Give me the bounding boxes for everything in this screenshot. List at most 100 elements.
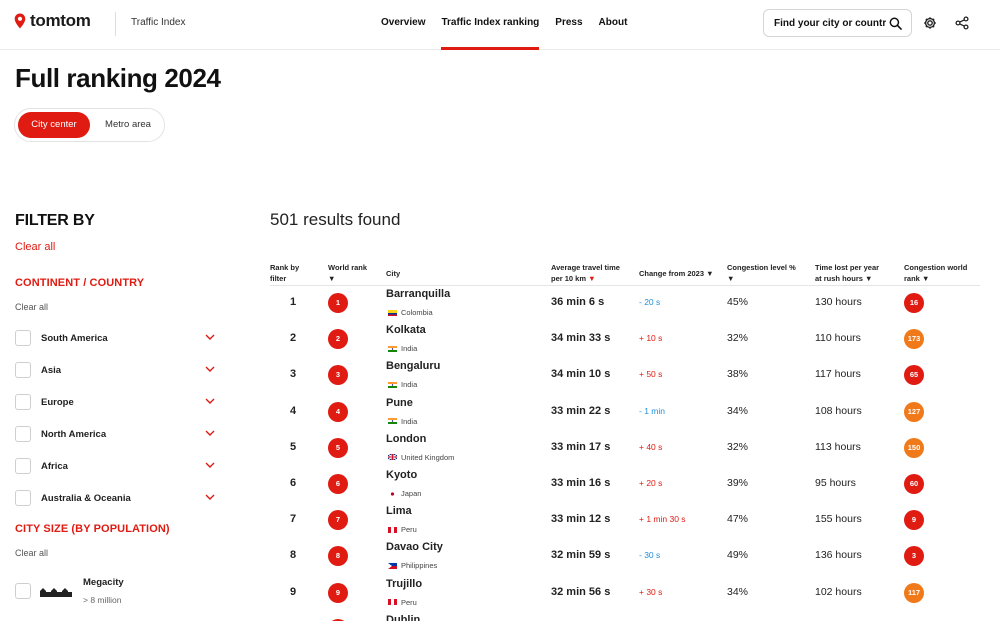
- clear-city-size-link[interactable]: Clear all: [15, 548, 48, 558]
- congestion-level: 38%: [727, 368, 749, 381]
- filter-label: Australia & Oceania: [41, 493, 131, 504]
- page-title: Full ranking 2024: [15, 63, 221, 93]
- flag-in-icon: [388, 381, 397, 388]
- sort-arrow-icon[interactable]: ▼: [588, 274, 595, 283]
- megacity-checkbox[interactable]: [15, 583, 31, 599]
- table-row[interactable]: 3 3 Bengaluru India 34 min 10 s + 50 s 38% 117 …: [270, 357, 980, 393]
- sort-arrow-icon[interactable]: ▼: [328, 273, 367, 284]
- travel-time: 33 min 17 s: [551, 440, 611, 453]
- congestion-world-rank-badge: 127: [904, 401, 924, 422]
- filter-asia[interactable]: Asia: [15, 362, 215, 379]
- checkbox[interactable]: [15, 426, 31, 442]
- country-name: India: [401, 416, 418, 426]
- time-lost: 155 hours: [815, 513, 862, 526]
- chevron-down-icon[interactable]: [205, 365, 215, 373]
- city-name[interactable]: Lima: [386, 505, 412, 517]
- table-row[interactable]: 4 4 Pune India 33 min 22 s - 1 min 34% 108 hour…: [270, 394, 980, 430]
- country-name: Japan: [401, 489, 422, 498]
- header-text: Change from 2023: [639, 269, 705, 278]
- header-change[interactable]: Change from 2023 ▼: [639, 268, 714, 279]
- product-name[interactable]: Traffic Index: [131, 17, 185, 28]
- chevron-down-icon[interactable]: [205, 429, 215, 437]
- city-name[interactable]: London: [386, 433, 426, 445]
- sort-arrow-icon[interactable]: ▼: [706, 269, 713, 278]
- sort-arrow-icon[interactable]: ▼: [865, 274, 872, 283]
- world-rank-badge: 6: [328, 474, 348, 494]
- checkbox[interactable]: [15, 362, 31, 378]
- tomtom-logo[interactable]: tomtom: [14, 11, 91, 31]
- congestion-level: 47%: [727, 513, 749, 526]
- header-congestion-world-rank[interactable]: Congestion world rank ▼: [904, 262, 967, 284]
- chevron-down-icon[interactable]: [205, 461, 215, 469]
- header-time-lost[interactable]: Time lost per year at rush hours ▼: [815, 262, 879, 284]
- main-nav: Overview Traffic Index ranking Press Abo…: [381, 0, 643, 50]
- nav-traffic-index-ranking[interactable]: Traffic Index ranking: [441, 0, 539, 50]
- header-text: at rush hours: [815, 274, 863, 283]
- search-box[interactable]: [763, 9, 912, 37]
- search-icon[interactable]: [889, 17, 902, 30]
- header-text: rank: [904, 274, 920, 283]
- header-congestion-level[interactable]: Congestion level % ▼: [727, 262, 796, 284]
- time-lost: 136 hours: [815, 549, 862, 562]
- table-row[interactable]: 6 6 Kyoto Japan 33 min 16 s + 20 s 39% 95 hours…: [270, 466, 980, 502]
- city-name[interactable]: Barranquilla: [386, 288, 450, 300]
- top-header: tomtom Traffic Index Overview Traffic In…: [0, 0, 1000, 50]
- country: Philippines: [388, 561, 437, 570]
- header-travel-time[interactable]: Average travel time per 10 km ▼: [551, 262, 620, 284]
- filter-australia-oceania[interactable]: Australia & Oceania: [15, 490, 215, 507]
- share-icon[interactable]: [955, 16, 969, 30]
- city-name[interactable]: Davao City: [386, 541, 443, 553]
- logo-text: tomtom: [30, 11, 91, 30]
- header-rank-by-filter[interactable]: Rank by filter: [270, 262, 299, 284]
- city-name[interactable]: Pune: [386, 397, 413, 409]
- city-name[interactable]: Bengaluru: [386, 360, 440, 372]
- filter-north-america[interactable]: North America: [15, 426, 215, 443]
- congestion-world-rank-badge: 16: [904, 293, 924, 313]
- time-lost: 117 hours: [815, 368, 861, 381]
- checkbox[interactable]: [15, 330, 31, 346]
- search-input[interactable]: [774, 18, 886, 29]
- table-row[interactable]: 1 1 Barranquilla Colombia 36 min 6 s - 20 s 45…: [270, 285, 980, 321]
- header-text: Congestion world: [904, 263, 968, 272]
- chevron-down-icon[interactable]: [205, 397, 215, 405]
- filter-africa[interactable]: Africa: [15, 458, 215, 475]
- table-row[interactable]: 1010Dublin: [270, 611, 980, 621]
- checkbox[interactable]: [15, 458, 31, 474]
- filter-europe[interactable]: Europe: [15, 394, 215, 411]
- city-name[interactable]: Kyoto: [386, 469, 417, 481]
- city-name[interactable]: Trujillo: [386, 578, 422, 590]
- city-name[interactable]: Dublin: [386, 614, 420, 621]
- city-name[interactable]: Kolkata: [386, 324, 426, 336]
- flag-pe-icon: [388, 526, 397, 533]
- change-from-2023: + 50 s: [639, 369, 663, 380]
- nav-press[interactable]: Press: [555, 0, 582, 50]
- sort-arrow-icon[interactable]: ▼: [922, 274, 929, 283]
- nav-about[interactable]: About: [599, 0, 628, 50]
- sort-arrow-icon[interactable]: ▼: [727, 273, 796, 284]
- world-rank-badge: 5: [328, 437, 348, 458]
- filter-south-america[interactable]: South America: [15, 330, 215, 347]
- clear-all-link[interactable]: Clear all: [15, 241, 55, 253]
- checkbox[interactable]: [15, 394, 31, 410]
- metro-area-button[interactable]: Metro area: [95, 112, 161, 138]
- city-center-button[interactable]: City center: [18, 112, 90, 138]
- chevron-down-icon[interactable]: [205, 493, 215, 501]
- buildings-icon: [40, 588, 72, 597]
- flag-in-icon: [388, 418, 397, 425]
- congestion-world-rank-badge: 173: [904, 329, 924, 350]
- header-text: per 10 km: [551, 274, 587, 283]
- change-from-2023: - 30 s: [639, 550, 661, 561]
- table-row[interactable]: 9 9 Trujillo Peru 32 min 56 s + 30 s 34% 102 ho…: [270, 575, 980, 611]
- nav-overview[interactable]: Overview: [381, 0, 425, 50]
- change-from-2023: - 1 min: [639, 405, 665, 416]
- gear-icon[interactable]: [923, 16, 937, 30]
- table-row[interactable]: 2 2 Kolkata India 34 min 33 s + 10 s 32% 110 ho…: [270, 321, 980, 357]
- table-row[interactable]: 8 8 Davao City Philippines 32 min 59 s - 30 s…: [270, 538, 980, 574]
- header-world-rank[interactable]: World rank ▼: [328, 262, 367, 284]
- rank-by-filter: 4: [290, 404, 297, 417]
- clear-continent-link[interactable]: Clear all: [15, 302, 48, 312]
- table-row[interactable]: 5 5 London United Kingdom 33 min 17 s + 40 s 3…: [270, 430, 980, 466]
- table-row[interactable]: 7 7 Lima Peru 33 min 12 s + 1 min 30 s 47% 155 …: [270, 502, 980, 538]
- chevron-down-icon[interactable]: [205, 333, 215, 341]
- checkbox[interactable]: [15, 490, 31, 506]
